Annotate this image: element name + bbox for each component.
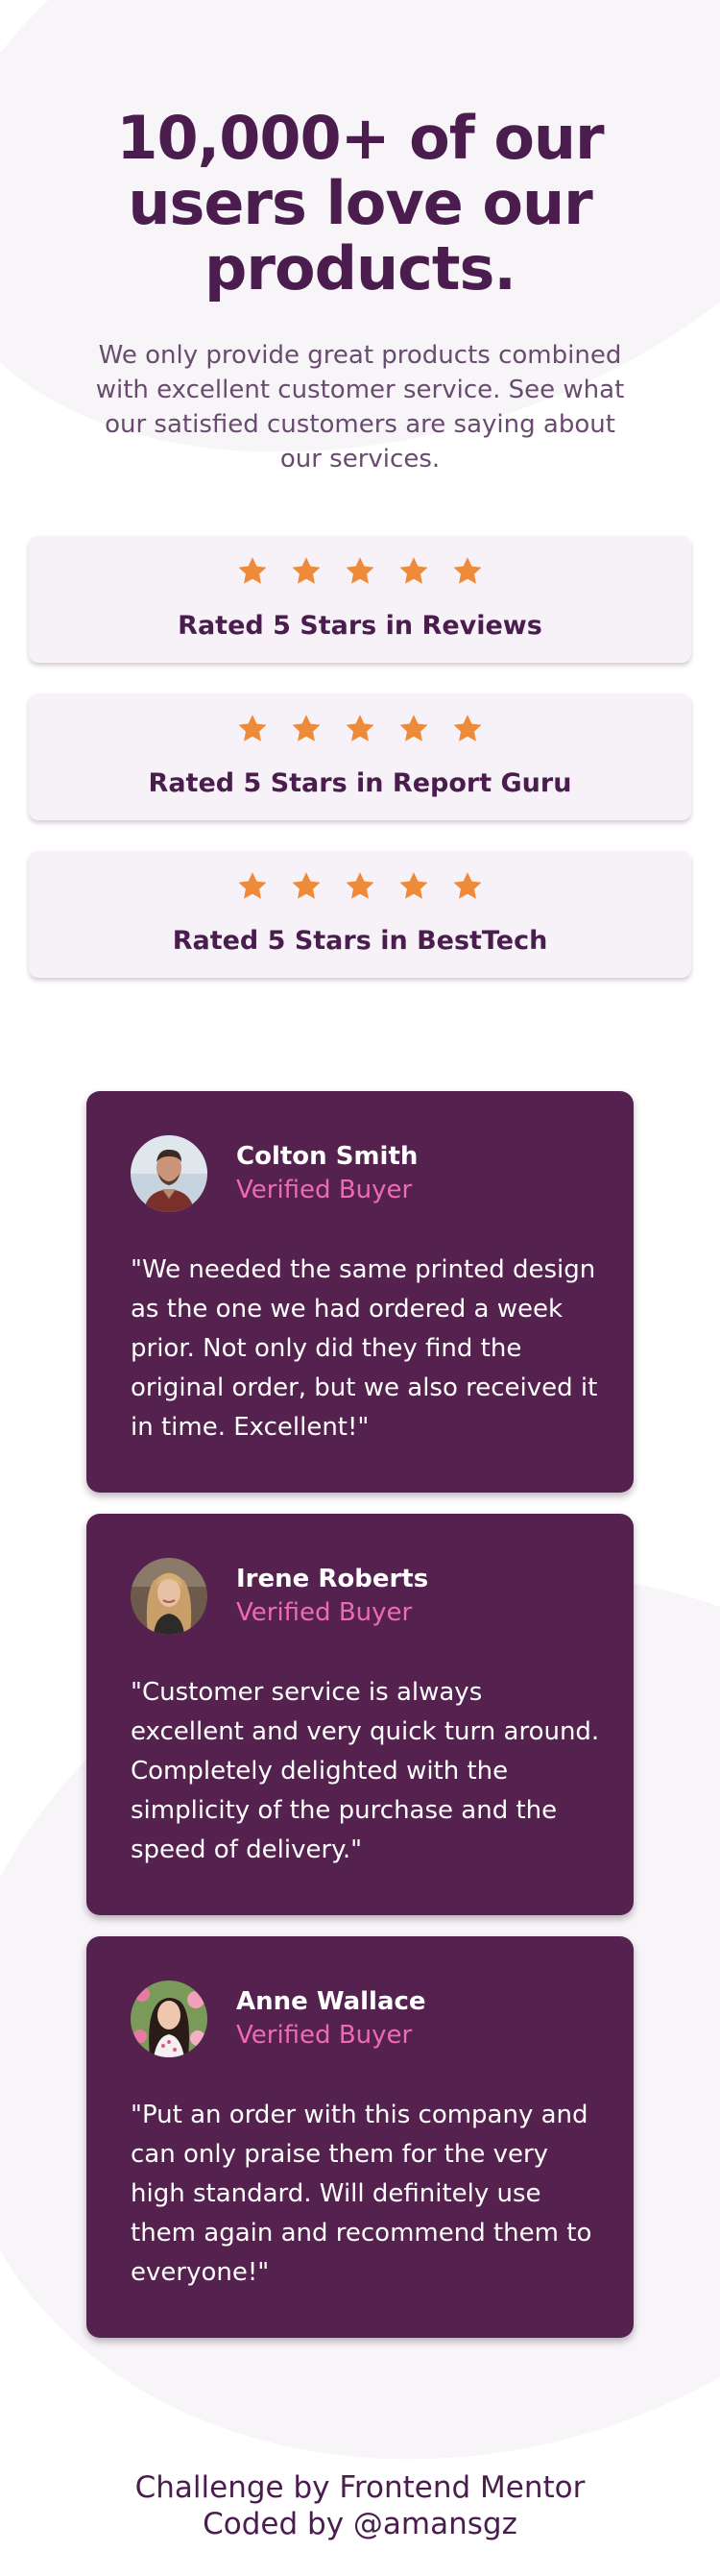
attribution-footer: Challenge by Frontend Mentor Coded by @a… (0, 2469, 720, 2542)
ratings-list: Rated 5 Stars in Reviews Rated 5 Stars i… (0, 536, 720, 978)
star-icon (292, 557, 321, 584)
testimonial-card: Colton Smith Verified Buyer "We needed t… (86, 1091, 634, 1493)
star-icon (453, 557, 482, 584)
rating-label: Rated 5 Stars in BestTech (172, 926, 548, 956)
testimonial-card: Anne Wallace Verified Buyer "Put an orde… (86, 1936, 634, 2338)
reviewer-name: Colton Smith (236, 1142, 419, 1171)
reviewer-name: Anne Wallace (236, 1987, 426, 2016)
star-icon (453, 872, 482, 899)
testimonial-header: Irene Roberts Verified Buyer (131, 1558, 589, 1635)
testimonials-list: Colton Smith Verified Buyer "We needed t… (0, 1091, 720, 2338)
star-icon (238, 872, 267, 899)
testimonial-quote: "Customer service is always excellent an… (131, 1678, 600, 1864)
testimonial-card: Irene Roberts Verified Buyer "Customer s… (86, 1514, 634, 1915)
testimonial-quote: "We needed the same printed design as th… (131, 1255, 598, 1442)
testimonial-meta: Anne Wallace Verified Buyer (236, 1985, 426, 2053)
rating-card: Rated 5 Stars in Reviews (29, 536, 691, 663)
testimonial-header: Anne Wallace Verified Buyer (131, 1981, 589, 2057)
hero-title-line: 10,000+ of our (116, 103, 604, 173)
reviewer-role: Verified Buyer (236, 1598, 413, 1627)
star-icon (346, 715, 374, 741)
star-icon (292, 715, 321, 741)
star-icon (346, 557, 374, 584)
reviewer-role: Verified Buyer (236, 1176, 413, 1204)
avatar (131, 1558, 207, 1635)
attribution-challenge-link[interactable]: Challenge by Frontend Mentor (0, 2469, 720, 2506)
reviewer-name: Irene Roberts (236, 1565, 429, 1593)
attribution-author-link[interactable]: Coded by @amansgz (0, 2506, 720, 2542)
hero-title: 10,000+ of our users love our products. (72, 106, 648, 302)
reviewer-role: Verified Buyer (236, 2021, 413, 2050)
star-icon (453, 715, 482, 741)
hero-title-line: products. (204, 233, 516, 304)
star-icon (399, 715, 428, 741)
testimonial-quote: "Put an order with this company and can … (131, 2101, 592, 2287)
star-rating (29, 870, 691, 903)
rating-label: Rated 5 Stars in Report Guru (148, 768, 572, 798)
star-rating (29, 713, 691, 745)
star-icon (346, 872, 374, 899)
star-icon (238, 715, 267, 741)
avatar (131, 1981, 207, 2057)
rating-card: Rated 5 Stars in Report Guru (29, 693, 691, 820)
star-icon (399, 557, 428, 584)
star-icon (399, 872, 428, 899)
testimonial-meta: Colton Smith Verified Buyer (236, 1140, 418, 1207)
hero-description: We only provide great products combined … (95, 341, 625, 474)
hero-section: 10,000+ of our users love our products. … (72, 0, 648, 476)
testimonial-meta: Irene Roberts Verified Buyer (236, 1563, 428, 1630)
star-icon (292, 872, 321, 899)
rating-label: Rated 5 Stars in Reviews (178, 611, 542, 641)
star-icon (238, 557, 267, 584)
star-rating (29, 555, 691, 588)
page: 10,000+ of our users love our products. … (0, 0, 720, 2338)
avatar (131, 1135, 207, 1212)
testimonial-header: Colton Smith Verified Buyer (131, 1135, 589, 1212)
rating-card: Rated 5 Stars in BestTech (29, 851, 691, 978)
hero-title-line: users love our (128, 168, 592, 238)
